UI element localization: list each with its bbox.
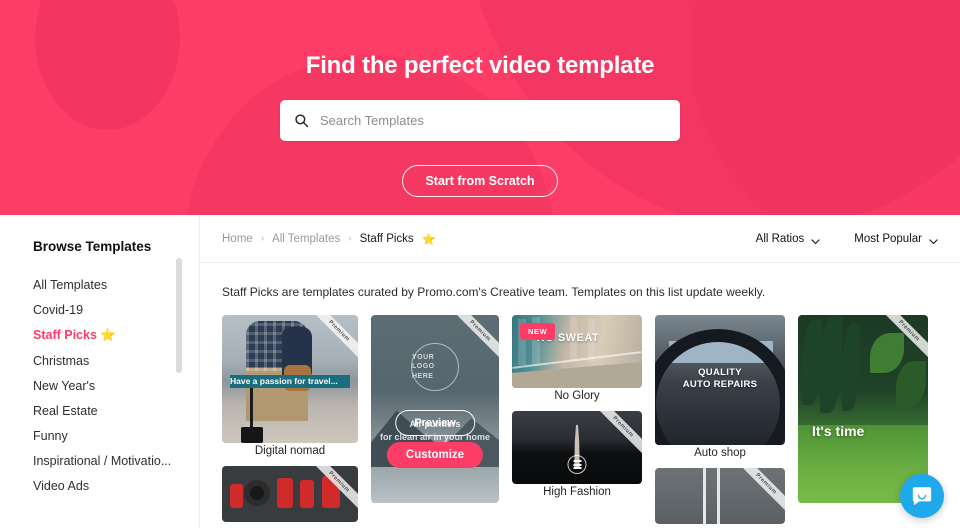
template-card-label: High Fashion bbox=[543, 486, 611, 498]
star-icon: ⭐ bbox=[100, 327, 116, 342]
search-bar[interactable] bbox=[280, 100, 680, 141]
thumbnail-road-line bbox=[717, 468, 720, 524]
sidebar-item-staff-picks[interactable]: Staff Picks ⭐ bbox=[33, 322, 200, 348]
search-icon bbox=[294, 113, 309, 128]
breadcrumb-separator-icon: › bbox=[260, 233, 265, 244]
chevron-down-icon bbox=[811, 236, 820, 245]
thumbnail-road-line bbox=[703, 468, 706, 524]
sidebar: Browse Templates All Templates Covid-19 … bbox=[0, 215, 200, 528]
thumbnail-part bbox=[277, 478, 293, 508]
filter-most-popular[interactable]: Most Popular bbox=[854, 233, 938, 245]
sidebar-item-label: Funny bbox=[33, 428, 68, 443]
template-thumbnail: QUALITY AUTO REPAIRS bbox=[655, 315, 785, 445]
grid-column: QUALITY AUTO REPAIRS Auto shop Premium bbox=[655, 315, 785, 524]
chat-bubble-icon bbox=[911, 485, 933, 507]
template-thumbnail: NO SWEAT NEW bbox=[512, 315, 642, 388]
template-card-label: Auto shop bbox=[694, 447, 746, 459]
thumbnail-overlay-text: It's time bbox=[812, 423, 865, 439]
template-thumbnail: Have a passion for travel... Premium bbox=[222, 315, 358, 443]
sidebar-item-video-ads[interactable]: Video Ads bbox=[33, 473, 200, 498]
thumbnail-image bbox=[655, 468, 785, 524]
template-card-label: Digital nomad bbox=[254, 445, 326, 457]
sidebar-item-label: Covid-19 bbox=[33, 302, 84, 317]
search-input[interactable] bbox=[320, 113, 666, 128]
thumbnail-part bbox=[322, 476, 340, 508]
sidebar-item-inspirational[interactable]: Inspirational / Motivatio... bbox=[33, 448, 200, 473]
template-card-no-glory[interactable]: NO SWEAT NEW No Glory bbox=[512, 315, 642, 402]
play-icon bbox=[567, 455, 587, 474]
template-card-digital-nomad[interactable]: Have a passion for travel... Premium Dig… bbox=[222, 315, 358, 457]
sidebar-item-label: New Year's bbox=[33, 378, 96, 393]
intercom-chat-launcher[interactable] bbox=[900, 474, 944, 518]
sidebar-item-label: Video Ads bbox=[33, 478, 90, 493]
template-card-car-parts[interactable]: Premium bbox=[222, 466, 358, 522]
breadcrumb-separator-icon: › bbox=[348, 233, 352, 244]
thumbnail-tire bbox=[244, 480, 270, 506]
thumbnail-overlay-line1: QUALITY bbox=[698, 367, 742, 378]
sidebar-item-label: Inspirational / Motivatio... bbox=[33, 453, 172, 468]
section-description: Staff Picks are templates curated by Pro… bbox=[222, 285, 766, 299]
thumbnail-logo-text: YOUR LOGO HERE bbox=[412, 353, 435, 380]
page-title: Find the perfect video template bbox=[305, 52, 655, 79]
breadcrumb-staff-picks: Staff Picks bbox=[359, 232, 414, 245]
sidebar-item-christmas[interactable]: Christmas bbox=[33, 348, 200, 373]
sidebar-item-real-estate[interactable]: Real Estate bbox=[33, 398, 200, 423]
thumbnail-logo-placeholder: YOUR LOGO HERE bbox=[411, 343, 459, 391]
template-card-air-purifier[interactable]: YOUR LOGO HERE Air purifiers for clean a… bbox=[371, 315, 499, 503]
breadcrumb-home[interactable]: Home bbox=[222, 233, 253, 245]
thumbnail-overlay-line2: AUTO REPAIRS bbox=[682, 379, 758, 391]
sidebar-item-covid-19[interactable]: Covid-19 bbox=[33, 297, 200, 322]
grid-column: Have a passion for travel... Premium Dig… bbox=[222, 315, 358, 524]
thumbnail-part bbox=[300, 480, 314, 508]
filter-all-ratios[interactable]: All Ratios bbox=[756, 233, 821, 245]
main-content: Home › All Templates › Staff Picks ⭐ All… bbox=[200, 215, 960, 528]
sidebar-item-funny[interactable]: Funny bbox=[33, 423, 200, 448]
template-card-label: No Glory bbox=[554, 390, 600, 402]
template-card-road[interactable]: Premium bbox=[655, 468, 785, 524]
template-card-high-fashion[interactable]: Premium High Fashion bbox=[512, 411, 642, 498]
sidebar-item-new-years[interactable]: New Year's bbox=[33, 373, 200, 398]
filter-group: All Ratios Most Popular bbox=[756, 233, 938, 245]
breadcrumb: Home › All Templates › Staff Picks ⭐ bbox=[222, 232, 436, 246]
sidebar-title: Browse Templates bbox=[33, 239, 152, 254]
template-card-its-time[interactable]: It's time Premium bbox=[798, 315, 928, 503]
sidebar-item-label: Real Estate bbox=[33, 403, 98, 418]
template-thumbnail: Premium bbox=[512, 411, 642, 484]
sidebar-item-label: All Templates bbox=[33, 277, 108, 292]
template-grid: Have a passion for travel... Premium Dig… bbox=[200, 299, 960, 524]
template-thumbnail: It's time Premium bbox=[798, 315, 928, 503]
preview-button[interactable]: Preview bbox=[395, 410, 475, 436]
hero-banner: Find the perfect video template Start fr… bbox=[0, 0, 960, 215]
thumbnail-suitcase bbox=[241, 427, 263, 443]
template-thumbnail: YOUR LOGO HERE Air purifiers for clean a… bbox=[371, 315, 499, 503]
star-icon: ⭐ bbox=[421, 233, 437, 246]
template-thumbnail: Premium bbox=[655, 468, 785, 524]
breadcrumb-all-templates[interactable]: All Templates bbox=[272, 233, 340, 245]
chevron-down-icon bbox=[929, 236, 938, 245]
template-card-auto-shop[interactable]: QUALITY AUTO REPAIRS Auto shop bbox=[655, 315, 785, 459]
grid-column: YOUR LOGO HERE Air purifiers for clean a… bbox=[371, 315, 499, 524]
toolbar: Home › All Templates › Staff Picks ⭐ All… bbox=[200, 215, 960, 263]
customize-button[interactable]: Customize bbox=[386, 442, 484, 468]
thumbnail-part bbox=[230, 484, 243, 508]
start-from-scratch-button[interactable]: Start from Scratch bbox=[402, 165, 558, 197]
template-thumbnail: Premium bbox=[222, 466, 358, 522]
thumbnail-overlay-text: Have a passion for travel... bbox=[230, 376, 338, 386]
thumbnail-overlay-text: QUALITY AUTO REPAIRS bbox=[655, 367, 785, 392]
filter-label: All Ratios bbox=[755, 232, 805, 245]
sidebar-item-label: Staff Picks bbox=[33, 327, 97, 342]
grid-column: NO SWEAT NEW No Glory Premium High Fashi… bbox=[512, 315, 642, 524]
sidebar-item-label: Christmas bbox=[33, 353, 90, 368]
filter-label: Most Popular bbox=[854, 232, 922, 245]
status-badge: NEW bbox=[520, 323, 556, 340]
page-body: Browse Templates All Templates Covid-19 … bbox=[0, 215, 960, 528]
sidebar-item-all-templates[interactable]: All Templates bbox=[33, 272, 200, 297]
sidebar-scrollbar-thumb[interactable] bbox=[176, 258, 182, 373]
